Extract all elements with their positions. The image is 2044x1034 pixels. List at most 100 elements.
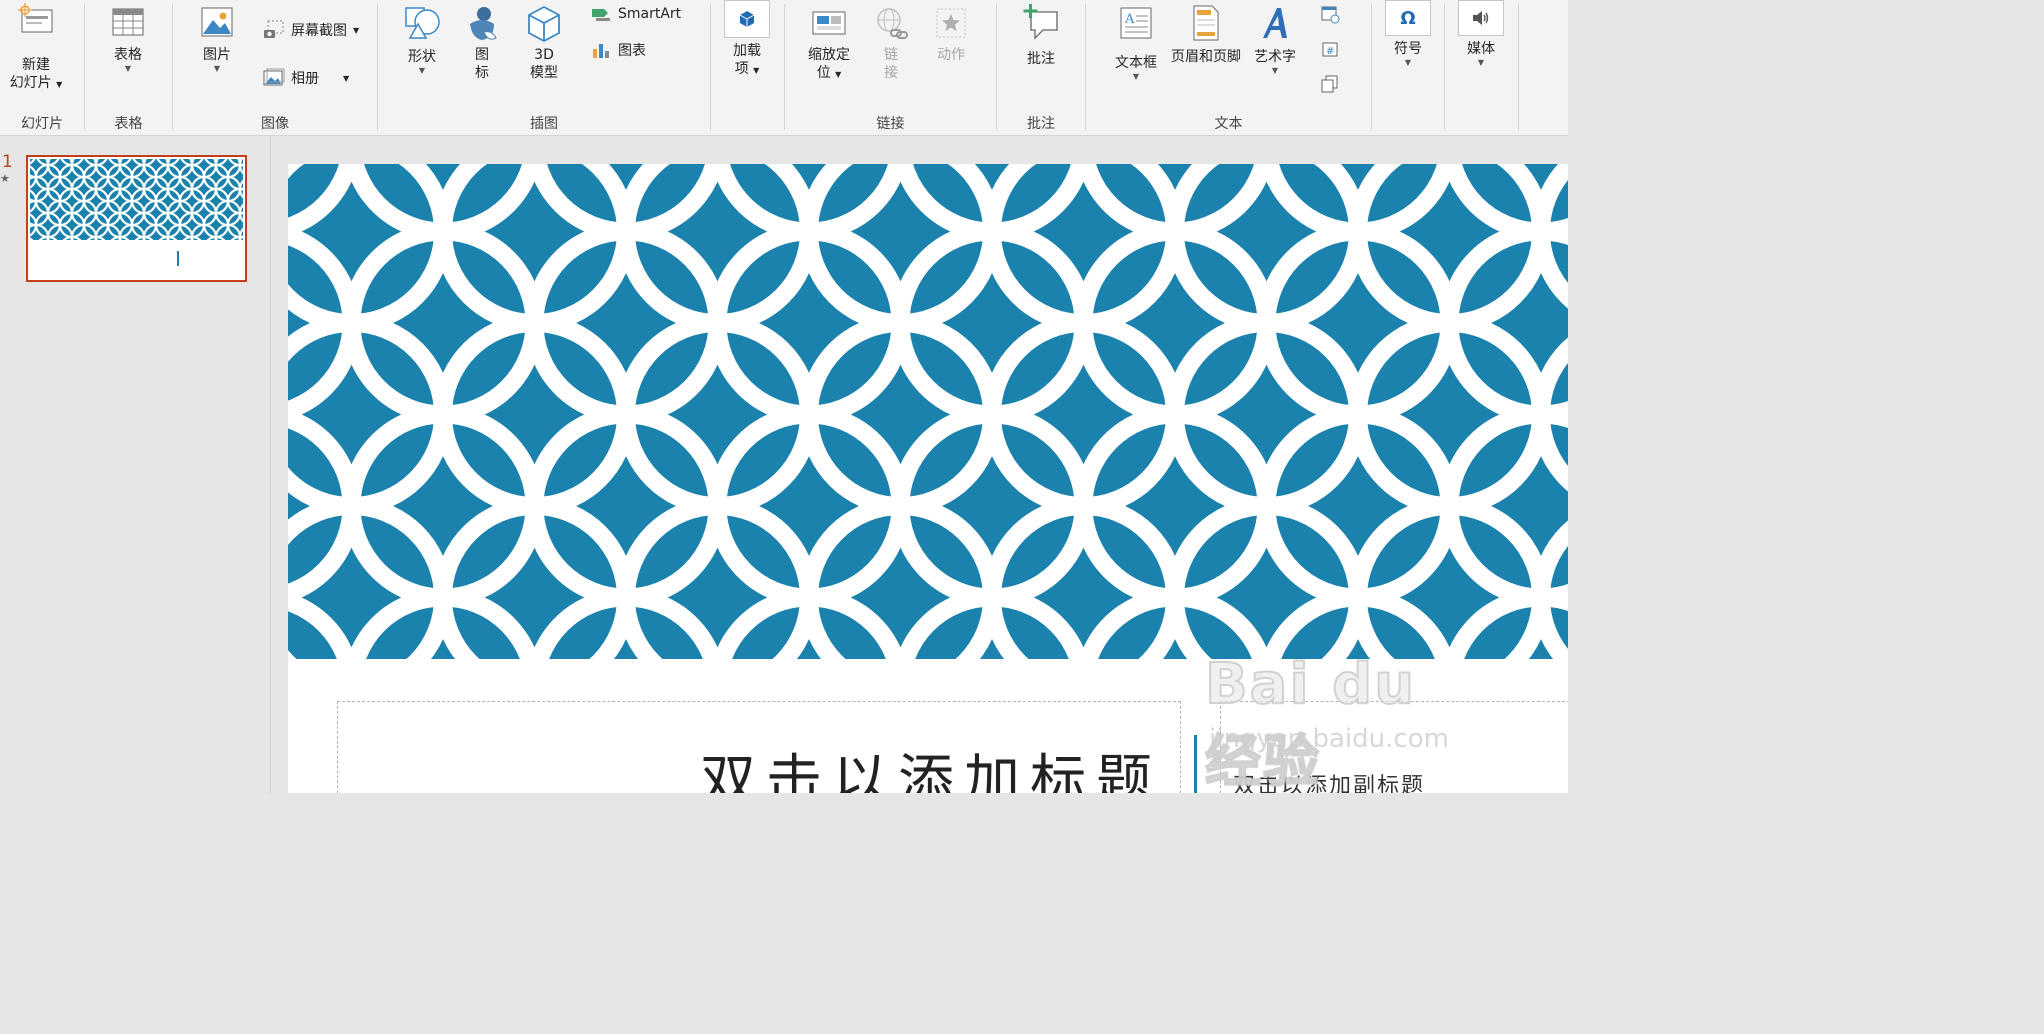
group-addins: 加载 项 ▼ (711, 0, 784, 135)
title-background-pattern (288, 164, 1568, 659)
screenshot-label: 屏幕截图 (291, 23, 347, 39)
group-label-text: 文本 (1214, 116, 1243, 132)
thumbnail-pattern-graphic (30, 159, 243, 240)
link-button[interactable]: 链 接 (871, 6, 911, 82)
chart-button[interactable]: 图表 (590, 40, 646, 60)
group-label-comments: 批注 (1027, 116, 1055, 132)
cube-3d-icon (528, 5, 560, 43)
action-star-icon (936, 8, 966, 38)
media-icon-box (1458, 0, 1504, 36)
3d-models-label-2: 模型 (530, 65, 558, 81)
group-label-images: 图像 (261, 116, 289, 132)
icons-label-1: 图 (475, 47, 489, 63)
link-icon (877, 8, 908, 39)
shapes-button[interactable]: 形状 ▼ (398, 4, 446, 76)
link-label-1: 链 (884, 47, 898, 63)
omega-icon: Ω (1400, 7, 1416, 29)
group-symbols: Ω 符号 ▼ (1372, 0, 1444, 135)
title-placeholder[interactable]: 双击以添加标题 (337, 701, 1181, 793)
3d-models-label-1: 3D (534, 47, 554, 63)
wordart-label: 艺术字 (1254, 49, 1296, 65)
subtitle-placeholder[interactable]: 双击以添加副标题 (1220, 701, 1568, 793)
slide-thumbnail-1[interactable] (26, 155, 247, 282)
chart-label: 图表 (618, 43, 646, 59)
smartart-label: SmartArt (618, 6, 682, 22)
symbols-icon-box: Ω (1385, 0, 1431, 36)
screenshot-button[interactable]: 屏幕截图 ▼ (263, 20, 359, 40)
comment-button[interactable]: 批注 (1017, 2, 1065, 68)
pictures-button[interactable]: 图片 ▼ (193, 6, 241, 74)
speaker-icon (1473, 11, 1489, 25)
group-images: 图片 ▼ 屏幕截图 ▼ 相册 ▼ 图像 (173, 0, 377, 135)
chevron-down-icon: ▼ (1404, 58, 1412, 67)
action-label: 动作 (937, 47, 965, 63)
symbols-button[interactable]: Ω 符号 ▼ (1384, 0, 1432, 68)
chevron-down-icon: ▼ (1477, 58, 1485, 67)
add-comment-icon (1023, 4, 1058, 40)
action-button[interactable]: 动作 (929, 6, 973, 64)
thumbnail-pattern (30, 159, 243, 240)
picture-icon (201, 7, 233, 37)
textbox-label: 文本框 (1115, 55, 1157, 71)
group-label-illustrations: 插图 (530, 116, 558, 132)
slide-canvas[interactable]: 双击以添加标题 双击以添加副标题 (288, 164, 1568, 793)
group-label-links: 链接 (876, 116, 905, 132)
chevron-down-icon: ▼ (124, 64, 132, 73)
icons-label-2: 标 (475, 65, 489, 81)
subtitle-placeholder-text: 双击以添加副标题 (1233, 774, 1426, 793)
object-button[interactable] (1318, 74, 1342, 94)
icons-button[interactable]: 图 标 (462, 4, 502, 82)
svg-text:A: A (1124, 12, 1135, 27)
addins-button[interactable]: 加载 项 ▼ (723, 0, 771, 80)
chevron-down-icon: ▼ (1132, 72, 1140, 81)
table-label: 表格 (114, 47, 142, 63)
group-label-tables: 表格 (114, 116, 143, 132)
thumbnail-text-cursor (177, 251, 179, 266)
textbox-icon: A (1120, 7, 1152, 39)
chevron-down-icon: ▼ (1271, 66, 1279, 75)
group-label-slides: 幻灯片 (21, 116, 63, 132)
zoom-label-2: 位 ▼ (816, 65, 842, 81)
photo-album-label: 相册 (291, 71, 319, 87)
new-slide-button[interactable]: 新建 幻灯片 ▼ (4, 2, 68, 94)
photo-album-icon (263, 68, 285, 86)
title-placeholder-text: 双击以添加标题 (700, 749, 1162, 793)
icons-icon (470, 7, 497, 40)
zoom-button[interactable]: 缩放定 位 ▼ (799, 6, 859, 84)
slide-number-button[interactable]: # (1318, 40, 1342, 60)
chevron-down-icon: ▼ (213, 64, 221, 73)
header-footer-button[interactable]: 页眉和页脚 (1170, 4, 1242, 66)
wordart-icon (1263, 8, 1287, 38)
textbox-button[interactable]: A 文本框 ▼ (1108, 6, 1164, 82)
3d-models-button[interactable]: 3D 模型 (522, 4, 566, 82)
shapes-icon (405, 7, 440, 39)
animation-star-icon: ★ (0, 172, 10, 185)
new-slide-icon (18, 3, 53, 33)
photo-album-button[interactable]: 相册 ▼ (263, 68, 349, 88)
table-button[interactable]: 表格 ▼ (105, 6, 151, 74)
addins-icon (739, 11, 755, 27)
date-time-button[interactable] (1318, 4, 1342, 24)
group-slides: 新建 幻灯片 ▼ 幻灯片 (0, 0, 84, 135)
slide-number-icon: # (1322, 42, 1338, 57)
group-separator (1518, 4, 1519, 130)
shapes-label: 形状 (408, 49, 436, 65)
group-links: 缩放定 位 ▼ 链 接 动作 链接 (785, 0, 996, 135)
smartart-button[interactable]: SmartArt (590, 5, 681, 23)
new-slide-label-2: 幻灯片 ▼ (9, 75, 63, 91)
media-label: 媒体 (1467, 41, 1495, 57)
accent-divider (1194, 735, 1197, 793)
symbols-label: 符号 (1394, 41, 1422, 57)
media-button[interactable]: 媒体 ▼ (1457, 0, 1505, 68)
group-text: A 文本框 ▼ 页眉和页脚 艺术字 ▼ # 文本 (1086, 0, 1371, 135)
addins-icon-box (724, 0, 770, 38)
chevron-down-icon: ▼ (353, 25, 360, 35)
wordart-button[interactable]: 艺术字 ▼ (1250, 4, 1300, 76)
pictures-label: 图片 (203, 47, 231, 63)
slide-number: 1 (2, 152, 13, 172)
addins-label-1: 加载 (733, 43, 761, 59)
slide-thumbnail-pane: 1 ★ (0, 136, 271, 793)
chevron-down-icon: ▼ (56, 80, 63, 89)
zoom-icon (812, 11, 846, 35)
calendar-icon (1321, 6, 1340, 24)
